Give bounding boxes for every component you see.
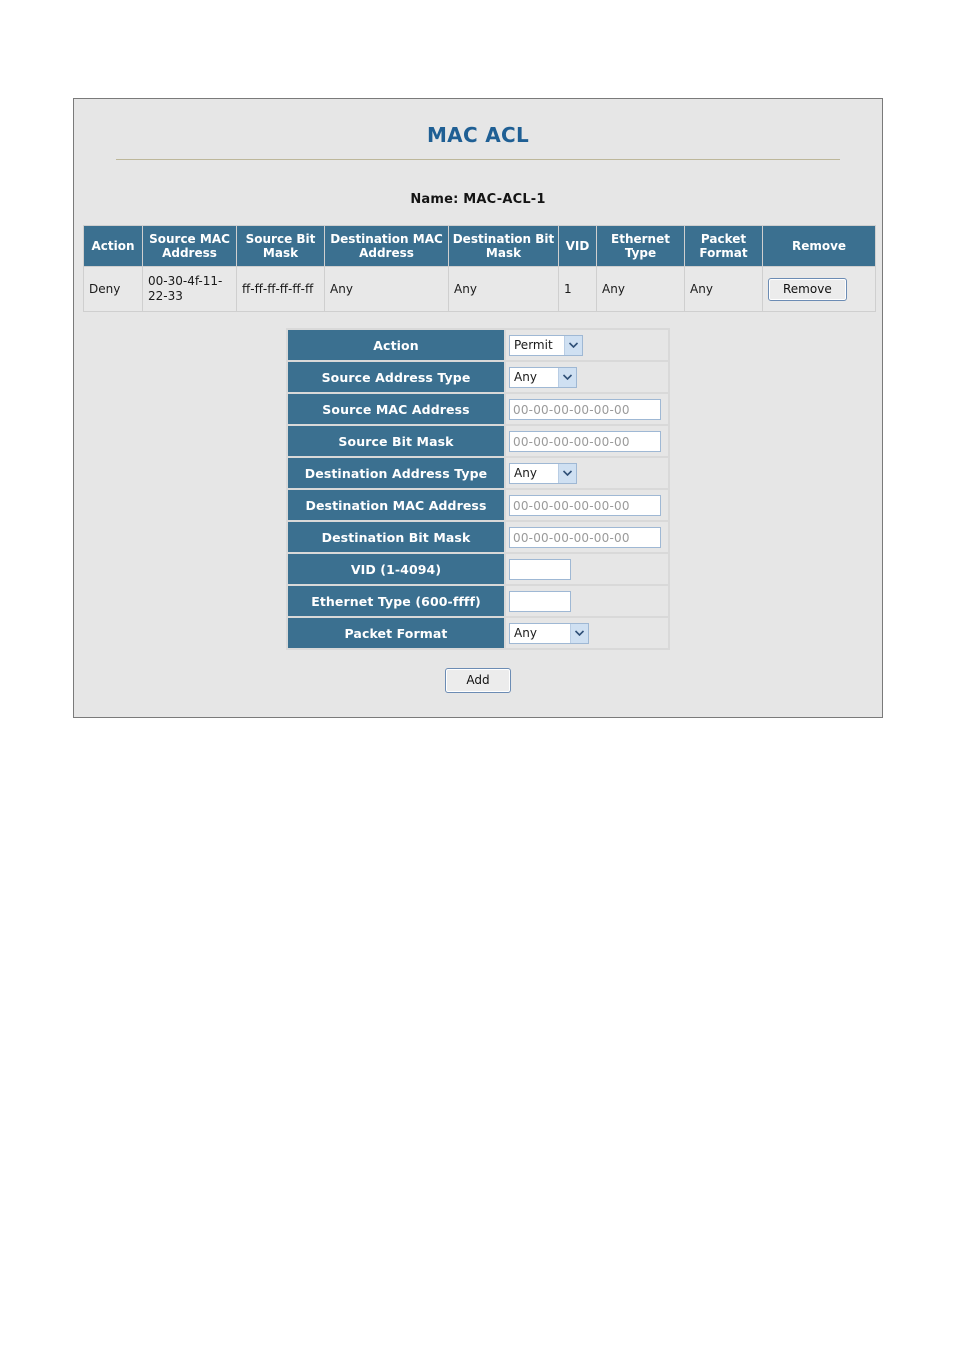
page-title: MAC ACL [426, 123, 530, 147]
form-label-ethernet-type: Ethernet Type (600-ffff) [288, 586, 504, 617]
destination-bit-mask-input[interactable] [509, 527, 661, 549]
column-header-ethernet-type: Ethernet Type [596, 224, 685, 268]
form-label-packet-format: Packet Format [288, 618, 504, 649]
form-row-action: Action Permit [288, 330, 668, 361]
form-row-ethernet-type: Ethernet Type (600-ffff) [288, 586, 668, 617]
acl-rule-form-section: Action Permit Source Address Type Any So… [74, 328, 882, 651]
column-header-action: Action [83, 224, 143, 268]
acl-entries-section: Action Source MAC Address Source Bit Mas… [83, 224, 876, 313]
form-label-destination-mac-address: Destination MAC Address [288, 490, 504, 521]
vid-input[interactable] [509, 559, 571, 581]
column-header-source-mac-address: Source MAC Address [142, 224, 237, 268]
form-row-vid: VID (1-4094) [288, 554, 668, 585]
column-header-remove: Remove [762, 224, 876, 268]
form-row-destination-bit-mask: Destination Bit Mask [288, 522, 668, 553]
add-button-row: Add [74, 668, 882, 693]
destination-address-type-select[interactable]: Any [509, 462, 577, 484]
title-divider [116, 159, 840, 160]
ethernet-type-input[interactable] [509, 591, 571, 613]
column-header-destination-bit-mask: Destination Bit Mask [448, 224, 559, 268]
column-header-destination-mac-address: Destination MAC Address [324, 224, 449, 268]
table-row: Deny 00-30-4f-11-22-33 ff-ff-ff-ff-ff-ff… [83, 266, 876, 313]
form-label-destination-bit-mask: Destination Bit Mask [288, 522, 504, 553]
cell-ethernet-type: Any [596, 266, 685, 313]
column-header-source-bit-mask: Source Bit Mask [236, 224, 325, 268]
form-label-vid: VID (1-4094) [288, 554, 504, 585]
cell-remove: Remove [762, 266, 876, 313]
cell-destination-bit-mask: Any [448, 266, 559, 313]
column-header-vid: VID [558, 224, 597, 268]
add-button[interactable]: Add [445, 668, 511, 693]
form-label-source-address-type: Source Address Type [288, 362, 504, 393]
form-label-action: Action [288, 330, 504, 361]
cell-source-bit-mask: ff-ff-ff-ff-ff-ff [236, 266, 325, 313]
source-bit-mask-input[interactable] [509, 431, 661, 453]
chevron-down-icon [570, 623, 588, 643]
form-label-source-mac-address: Source MAC Address [288, 394, 504, 425]
form-label-destination-address-type: Destination Address Type [288, 458, 504, 489]
cell-destination-mac-address: Any [324, 266, 449, 313]
acl-rule-form-table: Action Permit Source Address Type Any So… [286, 328, 670, 651]
source-mac-address-input[interactable] [509, 399, 661, 421]
form-row-destination-address-type: Destination Address Type Any [288, 458, 668, 489]
action-select[interactable]: Permit [509, 334, 583, 356]
cell-source-mac-address: 00-30-4f-11-22-33 [142, 266, 237, 313]
packet-format-select-value: Any [514, 626, 537, 641]
acl-entries-table: Action Source MAC Address Source Bit Mas… [83, 224, 876, 313]
form-row-source-mac-address: Source MAC Address [288, 394, 668, 425]
form-row-destination-mac-address: Destination MAC Address [288, 490, 668, 521]
form-row-source-address-type: Source Address Type Any [288, 362, 668, 393]
table-header-row: Action Source MAC Address Source Bit Mas… [83, 224, 876, 268]
destination-address-type-select-value: Any [514, 466, 537, 481]
source-address-type-select-value: Any [514, 370, 537, 385]
form-row-source-bit-mask: Source Bit Mask [288, 426, 668, 457]
action-select-value: Permit [514, 338, 553, 353]
chevron-down-icon [558, 463, 576, 483]
cell-action: Deny [83, 266, 143, 313]
packet-format-select[interactable]: Any [509, 622, 589, 644]
destination-mac-address-input[interactable] [509, 495, 661, 517]
mac-acl-panel: MAC ACL Name: MAC-ACL-1 Action Source MA… [73, 98, 883, 718]
cell-packet-format: Any [684, 266, 763, 313]
form-label-source-bit-mask: Source Bit Mask [288, 426, 504, 457]
cell-vid: 1 [558, 266, 597, 313]
chevron-down-icon [558, 367, 576, 387]
chevron-down-icon [564, 335, 582, 355]
acl-name-label: Name: MAC-ACL-1 [410, 192, 546, 207]
column-header-packet-format: Packet Format [684, 224, 763, 268]
form-row-packet-format: Packet Format Any [288, 618, 668, 649]
source-address-type-select[interactable]: Any [509, 366, 577, 388]
remove-button[interactable]: Remove [768, 278, 847, 301]
